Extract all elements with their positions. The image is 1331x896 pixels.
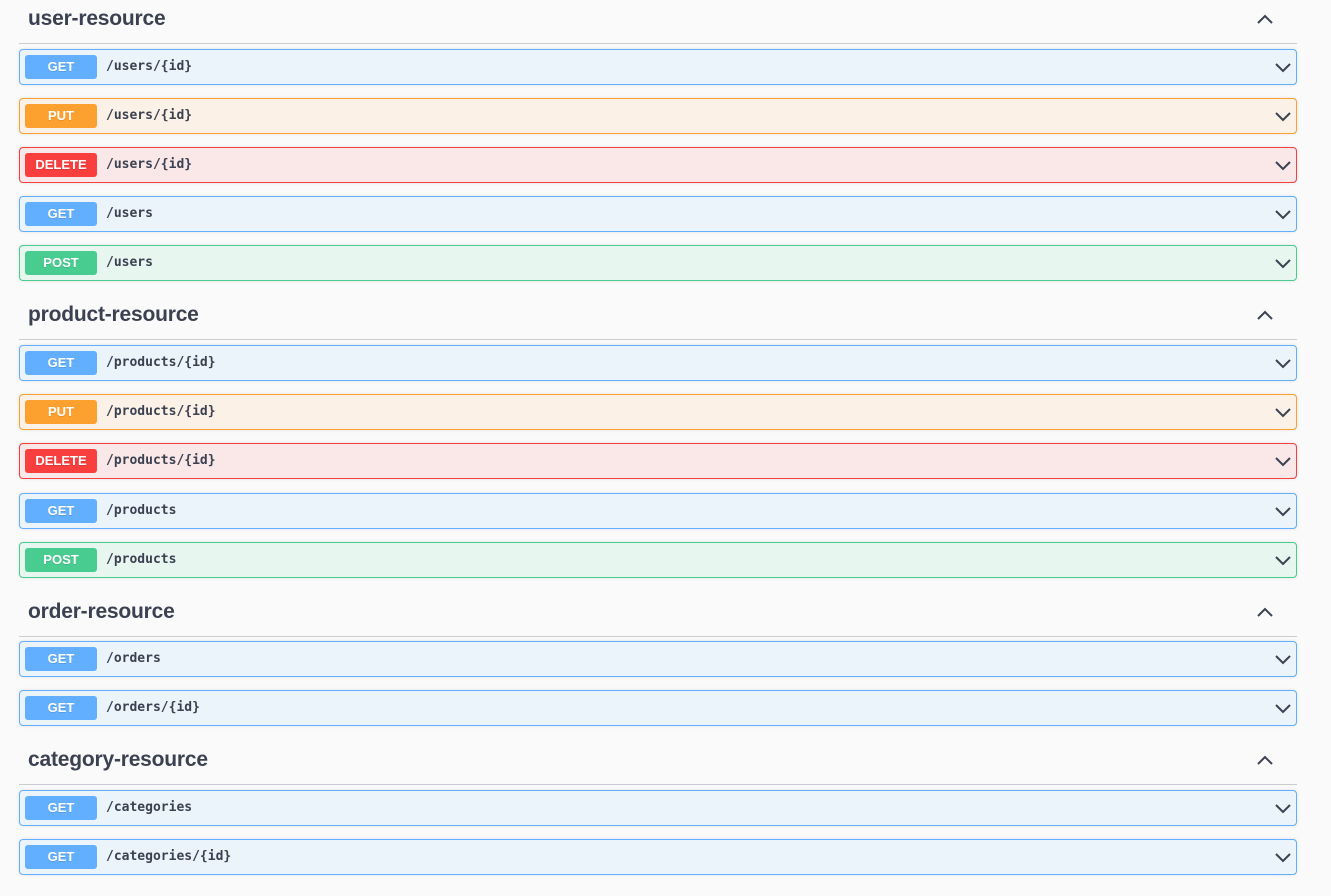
section-header[interactable]: category-resource — [19, 741, 1297, 785]
chevron-down-icon[interactable] — [1274, 850, 1292, 864]
section-title: product-resource — [28, 303, 199, 326]
chevron-down-icon[interactable] — [1274, 652, 1292, 666]
operation-path: /users/{id} — [106, 59, 193, 74]
chevron-up-icon[interactable] — [1256, 605, 1274, 619]
method-badge: POST — [25, 251, 97, 275]
chevron-down-icon[interactable] — [1274, 405, 1292, 419]
method-badge: GET — [25, 696, 97, 720]
method-badge: GET — [25, 499, 97, 523]
method-badge: PUT — [25, 400, 97, 424]
chevron-down-icon[interactable] — [1274, 553, 1292, 567]
chevron-up-icon[interactable] — [1256, 753, 1274, 767]
operation-row[interactable]: PUT /products/{id} — [19, 394, 1297, 430]
method-badge: GET — [25, 845, 97, 869]
section-header[interactable]: order-resource — [19, 593, 1297, 637]
section-user-resource: user-resource — [0, 0, 1331, 44]
section-category-resource: category-resource — [0, 741, 1331, 785]
operation-row[interactable]: GET /orders/{id} — [19, 690, 1297, 726]
section-title: category-resource — [28, 748, 208, 771]
operation-path: /users/{id} — [106, 108, 193, 123]
chevron-down-icon[interactable] — [1274, 801, 1292, 815]
chevron-down-icon[interactable] — [1274, 454, 1292, 468]
operation-row[interactable]: GET /orders — [19, 641, 1297, 677]
chevron-up-icon[interactable] — [1256, 12, 1274, 26]
operation-row[interactable]: POST /products — [19, 542, 1297, 578]
section-product-resource: product-resource — [0, 296, 1331, 340]
method-badge: GET — [25, 796, 97, 820]
section-order-resource: order-resource — [0, 593, 1331, 637]
operation-path: /products/{id} — [106, 355, 216, 370]
chevron-down-icon[interactable] — [1274, 109, 1292, 123]
operation-path: /users — [106, 206, 153, 221]
chevron-down-icon[interactable] — [1274, 207, 1292, 221]
method-badge: PUT — [25, 104, 97, 128]
section-header[interactable]: product-resource — [19, 296, 1297, 340]
method-badge: DELETE — [25, 449, 97, 473]
operation-path: /orders — [106, 651, 161, 666]
chevron-down-icon[interactable] — [1274, 60, 1292, 74]
chevron-up-icon[interactable] — [1256, 308, 1274, 322]
operation-row[interactable]: GET /categories — [19, 790, 1297, 826]
operation-row[interactable]: GET /users/{id} — [19, 49, 1297, 85]
method-badge: GET — [25, 351, 97, 375]
method-badge: GET — [25, 647, 97, 671]
chevron-down-icon[interactable] — [1274, 158, 1292, 172]
api-docs: user-resource GET /users/{id} PUT /users… — [0, 0, 1331, 896]
operation-path: /products — [106, 552, 177, 567]
operation-row[interactable]: DELETE /users/{id} — [19, 147, 1297, 183]
chevron-down-icon[interactable] — [1274, 504, 1292, 518]
section-header[interactable]: user-resource — [19, 0, 1297, 44]
method-badge: GET — [25, 55, 97, 79]
operation-path: /categories — [106, 800, 193, 815]
operation-path: /products/{id} — [106, 404, 216, 419]
method-badge: POST — [25, 548, 97, 572]
operation-row[interactable]: DELETE /products/{id} — [19, 443, 1297, 479]
section-title: user-resource — [28, 7, 166, 30]
operation-row[interactable]: GET /products — [19, 493, 1297, 529]
method-badge: DELETE — [25, 153, 97, 177]
operation-path: /users — [106, 255, 153, 270]
operation-path: /users/{id} — [106, 157, 193, 172]
operation-row[interactable]: GET /products/{id} — [19, 345, 1297, 381]
chevron-down-icon[interactable] — [1274, 256, 1292, 270]
operation-row[interactable]: PUT /users/{id} — [19, 98, 1297, 134]
operation-path: /categories/{id} — [106, 849, 232, 864]
method-badge: GET — [25, 202, 97, 226]
chevron-down-icon[interactable] — [1274, 701, 1292, 715]
operation-path: /products — [106, 503, 177, 518]
chevron-down-icon[interactable] — [1274, 356, 1292, 370]
operation-row[interactable]: POST /users — [19, 245, 1297, 281]
section-title: order-resource — [28, 600, 175, 623]
operation-row[interactable]: GET /users — [19, 196, 1297, 232]
operation-path: /orders/{id} — [106, 700, 200, 715]
operation-path: /products/{id} — [106, 453, 216, 468]
operation-row[interactable]: GET /categories/{id} — [19, 839, 1297, 875]
